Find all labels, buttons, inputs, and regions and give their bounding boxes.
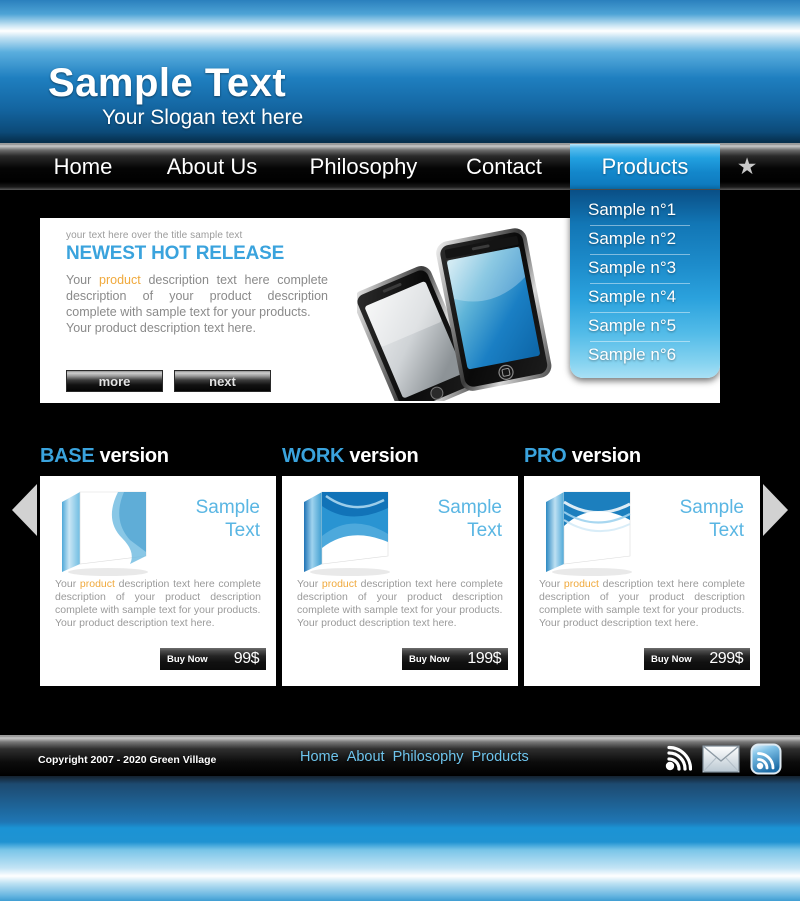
card-body-last: Your product description text here. (55, 617, 215, 629)
card-body-last: Your product description text here. (539, 617, 699, 629)
product-box-image (534, 486, 646, 578)
copyright-text: Copyright 2007 - 2020 Green Village (38, 754, 217, 766)
site-header: Sample Text Your Slogan text here (0, 0, 800, 143)
footer-links: Home About Philosophy Products (300, 749, 529, 765)
card-heading-rest: version (344, 445, 419, 467)
card-heading-accent: BASE (40, 445, 95, 467)
hero-body-highlight: product (99, 273, 141, 287)
sample-line-1: Sample (437, 497, 502, 518)
card-top: Sample Text (50, 486, 266, 578)
sample-line-1: Sample (679, 497, 744, 518)
buy-now-button[interactable]: Buy Now 299$ (644, 648, 750, 670)
card-sample-text: Sample Text (404, 486, 508, 578)
price-label: 199$ (467, 650, 501, 667)
site-title: Sample Text (48, 61, 287, 105)
card-body-panel: Sample Text Your product description text … (282, 476, 518, 686)
more-button[interactable]: more (66, 370, 163, 392)
sample-line-2: Text (225, 520, 260, 541)
card-description: Your product description text here compl… (292, 578, 508, 630)
main-navigation: Home About Us Philosophy Contact Products ★ (0, 143, 800, 190)
sample-line-1: Sample (195, 497, 260, 518)
sample-line-2: Text (709, 520, 744, 541)
site-slogan: Your Slogan text here (102, 106, 304, 129)
bottom-gradient-band (0, 776, 800, 901)
hero-body-last: Your product description text here. (66, 321, 256, 335)
card-body-last: Your product description text here. (297, 617, 457, 629)
card-heading-rest: version (566, 445, 641, 467)
card-body-panel: Sample Text Your product description text … (40, 476, 276, 686)
card-body-pre: Your (539, 578, 564, 590)
card-body-highlight: product (563, 578, 599, 590)
product-card-pro: PRO version Sample Text Your product descr… (524, 445, 760, 686)
card-sample-text: Sample Text (646, 486, 750, 578)
card-body-highlight: product (79, 578, 115, 590)
hero-eyebrow: your text here over the title sample tex… (66, 230, 243, 241)
product-cards: BASE version Sample Text Your product desc… (40, 445, 760, 686)
dropdown-item-1[interactable]: Sample n°1 (570, 196, 720, 225)
footer-link-about[interactable]: About (347, 749, 385, 765)
card-heading-rest: version (94, 445, 169, 467)
card-heading-accent: WORK (282, 445, 345, 467)
card-top: Sample Text (292, 486, 508, 578)
envelope-icon[interactable] (702, 745, 740, 778)
dropdown-item-2[interactable]: Sample n°2 (570, 225, 720, 254)
card-body-pre: Your (297, 578, 322, 590)
wifi-signal-icon[interactable] (662, 744, 693, 779)
nav-item-about-us[interactable]: About Us (148, 144, 276, 189)
card-body-highlight: product (321, 578, 357, 590)
buy-now-button[interactable]: Buy Now 199$ (402, 648, 508, 670)
card-body-panel: Sample Text Your product description text … (524, 476, 760, 686)
smartphones-image (353, 226, 572, 416)
card-heading: BASE version (40, 445, 276, 468)
sample-line-2: Text (467, 520, 502, 541)
hero-description: Your product description text here compl… (66, 272, 328, 336)
hero-next-arrow-icon[interactable] (763, 484, 788, 536)
products-dropdown-menu[interactable]: Sample n°1 Sample n°2 Sample n°3 Sample n°4… (570, 190, 720, 378)
card-heading: PRO version (524, 445, 760, 468)
next-button[interactable]: next (174, 370, 271, 392)
hero-body-pre: Your (66, 273, 99, 287)
nav-items-container: Home About Us Philosophy Contact Products ★ (0, 144, 800, 190)
nav-item-philosophy[interactable]: Philosophy (291, 144, 436, 189)
hero-title: NEWEST HOT RELEASE (66, 243, 285, 264)
footer-link-home[interactable]: Home (300, 749, 339, 765)
buy-now-button[interactable]: Buy Now 99$ (160, 648, 266, 670)
card-description: Your product description text here compl… (50, 578, 266, 630)
dropdown-item-5[interactable]: Sample n°5 (570, 312, 720, 341)
footer-link-philosophy[interactable]: Philosophy (393, 749, 464, 765)
social-icons (662, 743, 782, 780)
product-box-image (292, 486, 404, 578)
dropdown-item-6[interactable]: Sample n°6 (570, 341, 720, 370)
page-root: Sample Text Your Slogan text here Home Ab… (0, 0, 800, 901)
product-box-image (50, 486, 162, 578)
card-description: Your product description text here compl… (534, 578, 750, 630)
dropdown-item-4[interactable]: Sample n°4 (570, 283, 720, 312)
hero-buttons: more next (66, 370, 271, 392)
price-label: 299$ (709, 650, 743, 667)
price-label: 99$ (233, 650, 260, 667)
buy-now-label: Buy Now (651, 653, 692, 665)
buy-now-label: Buy Now (409, 653, 450, 665)
rss-feed-icon[interactable] (750, 743, 782, 780)
card-heading-accent: PRO (524, 445, 567, 467)
product-card-work: WORK version Sample Text Your product desc… (282, 445, 518, 686)
footer-link-products[interactable]: Products (472, 749, 529, 765)
card-heading: WORK version (282, 445, 518, 468)
nav-item-products[interactable]: Products (570, 144, 720, 189)
product-card-base: BASE version Sample Text Your product desc… (40, 445, 276, 686)
card-top: Sample Text (534, 486, 750, 578)
buy-now-label: Buy Now (167, 653, 208, 665)
nav-item-home[interactable]: Home (38, 144, 128, 189)
star-icon[interactable]: ★ (722, 144, 772, 189)
card-sample-text: Sample Text (162, 486, 266, 578)
hero-prev-arrow-icon[interactable] (12, 484, 37, 536)
hero-text-block: your text here over the title sample tex… (66, 230, 334, 336)
card-body-pre: Your (55, 578, 80, 590)
dropdown-item-3[interactable]: Sample n°3 (570, 254, 720, 283)
nav-item-contact[interactable]: Contact (448, 144, 560, 189)
